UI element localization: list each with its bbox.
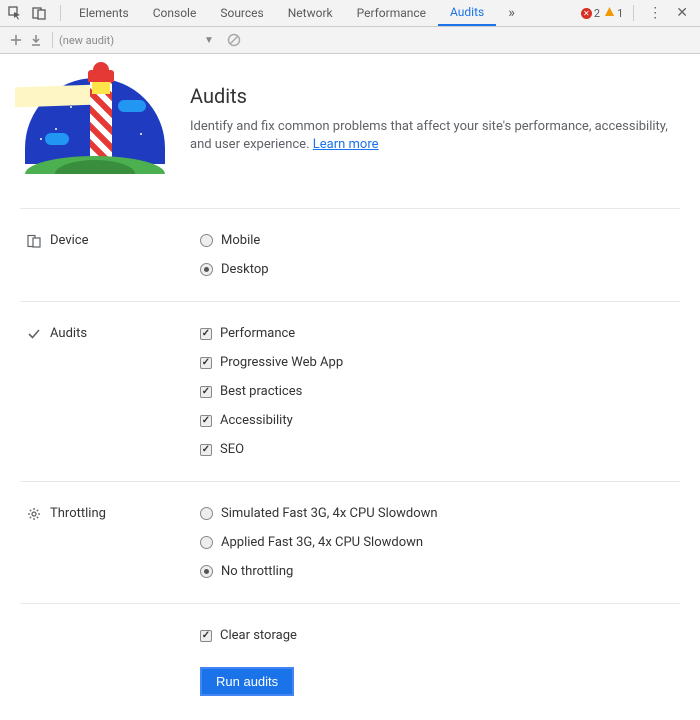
- radio-input[interactable]: [200, 536, 213, 549]
- download-icon[interactable]: [26, 30, 46, 50]
- radio-label: Applied Fast 3G, 4x CPU Slowdown: [221, 535, 423, 550]
- radio-input[interactable]: [200, 507, 213, 520]
- checkbox-label: Accessibility: [220, 413, 293, 428]
- checkbox-label: Performance: [220, 326, 295, 341]
- radio-input[interactable]: [200, 234, 213, 247]
- checkbox-label: Best practices: [220, 384, 302, 399]
- tab-elements[interactable]: Elements: [67, 0, 141, 26]
- device-label-text: Device: [50, 233, 89, 248]
- checkbox-input[interactable]: [200, 415, 212, 427]
- check-pwa[interactable]: Progressive Web App: [200, 355, 680, 370]
- status-area: ✕ 2 1 ⋮ ✕: [581, 5, 694, 21]
- clear-icon[interactable]: [224, 30, 244, 50]
- radio-no-throttling[interactable]: No throttling: [200, 564, 680, 579]
- audit-dropdown[interactable]: (new audit): [59, 34, 204, 47]
- check-performance[interactable]: Performance: [200, 326, 680, 341]
- dropdown-caret-icon[interactable]: ▼: [204, 35, 214, 46]
- check-icon: [26, 326, 42, 342]
- audits-label-text: Audits: [50, 326, 87, 341]
- hero-text: Audits Identify and fix common problems …: [190, 78, 680, 188]
- audits-options: Performance Progressive Web App Best pra…: [200, 326, 680, 457]
- radio-label: Desktop: [221, 262, 269, 277]
- check-accessibility[interactable]: Accessibility: [200, 413, 680, 428]
- page-desc: Identify and fix common problems that af…: [190, 118, 680, 154]
- throttling-label-text: Throttling: [50, 506, 106, 521]
- error-count[interactable]: ✕ 2 1: [581, 6, 623, 20]
- panel-tabs: Elements Console Sources Network Perform…: [67, 0, 581, 26]
- close-icon[interactable]: ✕: [670, 5, 694, 21]
- warning-icon: [604, 6, 615, 20]
- page-title: Audits: [190, 84, 680, 108]
- error-count-value: 2: [594, 7, 600, 20]
- separator: [52, 32, 53, 48]
- section-throttling: Throttling Simulated Fast 3G, 4x CPU Slo…: [20, 481, 680, 603]
- check-clear-storage[interactable]: Clear storage: [200, 628, 680, 643]
- section-audits: Audits Performance Progressive Web App B…: [20, 301, 680, 481]
- check-seo[interactable]: SEO: [200, 442, 680, 457]
- lighthouse-illustration: [20, 78, 190, 188]
- tab-audits[interactable]: Audits: [438, 0, 496, 26]
- desc-text: Identify and fix common problems that af…: [190, 119, 668, 152]
- radio-label: No throttling: [221, 564, 293, 579]
- checkbox-input[interactable]: [200, 444, 212, 456]
- learn-more-link[interactable]: Learn more: [313, 137, 379, 152]
- run-row: Run audits: [200, 667, 680, 696]
- radio-input[interactable]: [200, 263, 213, 276]
- footer-body: Clear storage Run audits: [200, 628, 680, 696]
- radio-input[interactable]: [200, 565, 213, 578]
- device-options: Mobile Desktop: [200, 233, 680, 277]
- settings-menu-icon[interactable]: ⋮: [644, 5, 666, 21]
- device-toggle-icon[interactable]: [30, 4, 48, 22]
- new-audit-icon[interactable]: [6, 30, 26, 50]
- throttling-options: Simulated Fast 3G, 4x CPU Slowdown Appli…: [200, 506, 680, 579]
- tab-console[interactable]: Console: [141, 0, 209, 26]
- error-icon: ✕: [581, 8, 592, 19]
- radio-mobile[interactable]: Mobile: [200, 233, 680, 248]
- checkbox-input[interactable]: [200, 357, 212, 369]
- radio-label: Mobile: [221, 233, 260, 248]
- throttling-label: Throttling: [20, 506, 200, 579]
- section-device: Device Mobile Desktop: [20, 208, 680, 301]
- inspect-icon[interactable]: [6, 4, 24, 22]
- audits-label: Audits: [20, 326, 200, 457]
- more-tabs-icon[interactable]: »: [496, 0, 527, 26]
- audits-subbar: (new audit) ▼: [0, 27, 700, 54]
- checkbox-input[interactable]: [200, 386, 212, 398]
- hero: Audits Identify and fix common problems …: [20, 78, 680, 208]
- separator: [633, 5, 634, 21]
- device-label: Device: [20, 233, 200, 277]
- run-audits-button[interactable]: Run audits: [200, 667, 294, 696]
- tab-sources[interactable]: Sources: [208, 0, 275, 26]
- audits-panel: Audits Identify and fix common problems …: [0, 54, 700, 720]
- gear-icon: [26, 506, 42, 522]
- section-footer: Clear storage Run audits: [20, 603, 680, 720]
- checkbox-input[interactable]: [200, 328, 212, 340]
- radio-desktop[interactable]: Desktop: [200, 262, 680, 277]
- device-icon: [26, 233, 42, 249]
- checkbox-input[interactable]: [200, 630, 212, 642]
- radio-label: Simulated Fast 3G, 4x CPU Slowdown: [221, 506, 438, 521]
- spacer: [20, 628, 200, 696]
- radio-sim-fast3g[interactable]: Simulated Fast 3G, 4x CPU Slowdown: [200, 506, 680, 521]
- tab-network[interactable]: Network: [276, 0, 345, 26]
- checkbox-label: Progressive Web App: [220, 355, 343, 370]
- checkbox-label: Clear storage: [220, 628, 297, 643]
- separator: [60, 5, 61, 21]
- warning-count-value: 1: [617, 7, 623, 20]
- tab-performance[interactable]: Performance: [345, 0, 438, 26]
- check-best-practices[interactable]: Best practices: [200, 384, 680, 399]
- checkbox-label: SEO: [220, 442, 244, 457]
- radio-applied-fast3g[interactable]: Applied Fast 3G, 4x CPU Slowdown: [200, 535, 680, 550]
- devtools-toolbar: Elements Console Sources Network Perform…: [0, 0, 700, 27]
